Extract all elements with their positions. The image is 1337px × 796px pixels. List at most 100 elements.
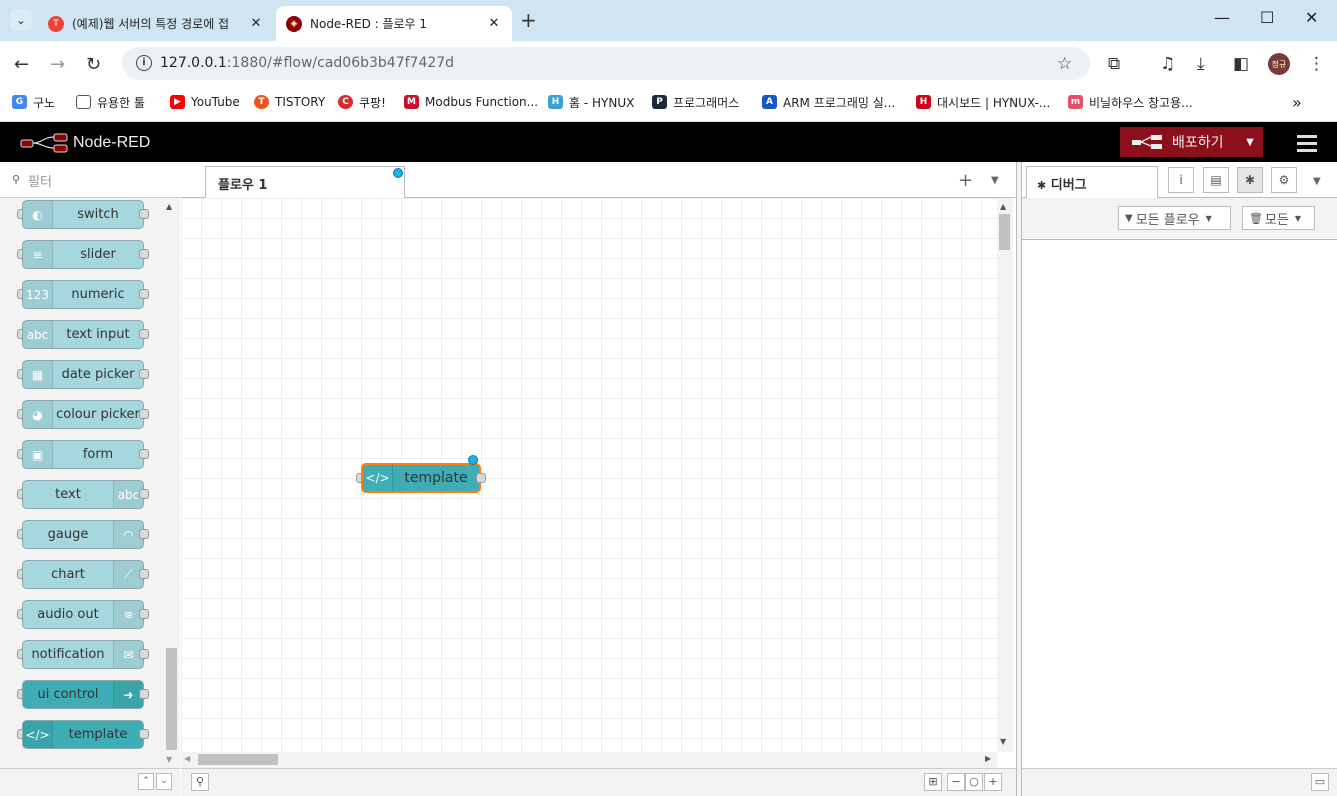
- browser-tab-1[interactable]: T (예제)웹 서버의 특정 경로에 접 ✕: [38, 6, 274, 41]
- url-text[interactable]: 127.0.0.1:1880/#flow/cad06b3b47f7427d: [160, 55, 454, 71]
- close-tab-icon[interactable]: ✕: [486, 16, 502, 31]
- code-icon: </>: [23, 721, 53, 748]
- palette-node-form[interactable]: ▣ form: [22, 440, 144, 469]
- browser-tab-2[interactable]: ◈ Node-RED : 플로우 1 ✕: [276, 6, 512, 41]
- scroll-up-icon[interactable]: ▲: [166, 202, 172, 211]
- slider-icon: ≡: [23, 241, 53, 268]
- bookmark-item[interactable]: P 프로그래머스: [652, 92, 739, 112]
- tistory-icon: T: [254, 95, 269, 109]
- debug-filter-button[interactable]: ▼ 모든 플로우 ▼: [1118, 206, 1231, 230]
- flow-node-template[interactable]: </> template: [361, 463, 481, 493]
- workspace-vertical-scrollbar[interactable]: [997, 198, 1013, 752]
- profile-avatar[interactable]: 정규: [1268, 53, 1290, 75]
- palette-node-label: form: [82, 447, 114, 462]
- debug-bug-icon[interactable]: ✱: [1237, 167, 1263, 193]
- tab-debug[interactable]: ✱ 디버그: [1026, 166, 1158, 199]
- browser-menu-icon[interactable]: ⋮: [1308, 54, 1325, 74]
- google-icon: G: [12, 95, 27, 109]
- search-flows-icon[interactable]: ⚲: [191, 773, 209, 791]
- bookmark-star-icon[interactable]: ☆: [1057, 54, 1072, 74]
- info-icon[interactable]: i: [1168, 167, 1194, 193]
- scroll-down-icon[interactable]: ▼: [166, 755, 172, 764]
- side-panel-icon[interactable]: ◧: [1233, 54, 1249, 74]
- site-info-icon[interactable]: i: [136, 55, 152, 71]
- deploy-icon: [1132, 135, 1162, 149]
- more-bookmarks-icon[interactable]: »: [1292, 92, 1302, 112]
- workspace-hscroll-thumb[interactable]: [198, 754, 278, 765]
- config-gear-icon[interactable]: ⚙: [1271, 167, 1297, 193]
- palette-scroll-thumb[interactable]: [166, 648, 177, 750]
- media-control-icon[interactable]: ♫: [1160, 54, 1175, 74]
- bookmark-folder[interactable]: 유용한 툴: [76, 92, 145, 112]
- scroll-left-icon[interactable]: ◀: [184, 754, 190, 763]
- palette-node-template[interactable]: </> template: [22, 720, 144, 749]
- palette-node-ui-control[interactable]: ui control ➜: [22, 680, 144, 709]
- debug-messages-panel: [1022, 240, 1337, 768]
- help-book-icon[interactable]: ▤: [1203, 167, 1229, 193]
- scroll-right-icon[interactable]: ▶: [985, 754, 991, 763]
- node-output-port[interactable]: [476, 473, 486, 483]
- palette-node-numeric[interactable]: 123 numeric: [22, 280, 144, 309]
- palette-node-colour-picker[interactable]: ◕ colour picker: [22, 400, 144, 429]
- palette-node-output-port: [139, 249, 149, 259]
- bookmark-item[interactable]: H 대시보드 | HYNUX-...: [916, 92, 1050, 112]
- flow-list-caret-icon[interactable]: ▼: [991, 175, 999, 186]
- tistory-favicon-icon: T: [48, 15, 64, 32]
- clear-debug-button[interactable]: 🗑 모든 ▼: [1242, 206, 1315, 230]
- palette-node-label: notification: [31, 647, 105, 662]
- deploy-options-caret-icon[interactable]: ▼: [1237, 137, 1263, 148]
- deploy-button[interactable]: 배포하기 ▼: [1120, 127, 1263, 157]
- forward-icon[interactable]: →: [50, 54, 65, 75]
- palette-node-date-picker[interactable]: ▦ date picker: [22, 360, 144, 389]
- open-debug-window-icon[interactable]: ▭: [1311, 773, 1329, 791]
- palette-node-gauge[interactable]: gauge ◠: [22, 520, 144, 549]
- main-menu-icon[interactable]: [1297, 135, 1317, 156]
- minimize-icon[interactable]: —: [1214, 8, 1230, 27]
- palette-node-slider[interactable]: ≡ slider: [22, 240, 144, 269]
- bookmark-item[interactable]: ▶ YouTube: [170, 92, 240, 112]
- palette-node-text[interactable]: text abc: [22, 480, 144, 509]
- navigator-map-icon[interactable]: ⊞: [924, 773, 942, 791]
- maximize-icon[interactable]: ☐: [1260, 8, 1274, 27]
- palette-node-chart[interactable]: chart ⟋: [22, 560, 144, 589]
- scroll-down-icon[interactable]: ▼: [1000, 737, 1006, 746]
- bookmark-item[interactable]: C 쿠팡!: [338, 92, 386, 112]
- bookmark-item[interactable]: H홈 - HYNUX: [548, 92, 634, 112]
- bookmark-item[interactable]: A ARM 프로그래밍 실...: [762, 92, 895, 112]
- palette-node-label: gauge: [47, 527, 89, 542]
- workspace-vscroll-thumb[interactable]: [999, 214, 1010, 250]
- numeric-icon: 123: [23, 281, 53, 308]
- tab-flow-1[interactable]: 플로우 1: [205, 166, 405, 199]
- bookmark-item[interactable]: T TISTORY: [254, 92, 325, 112]
- extensions-icon[interactable]: ⧉: [1108, 54, 1120, 74]
- scroll-up-icon[interactable]: ▲: [1000, 202, 1006, 211]
- collapse-all-icon[interactable]: ⌃: [138, 773, 154, 790]
- back-icon[interactable]: ←: [14, 54, 29, 75]
- close-tab-icon[interactable]: ✕: [248, 16, 264, 31]
- bookmark-item[interactable]: m 비닐하우스 창고용...: [1068, 92, 1193, 112]
- palette-node-label: slider: [80, 247, 116, 262]
- deploy-main-button[interactable]: 배포하기: [1120, 132, 1237, 152]
- palette-node-text-input[interactable]: abc text input: [22, 320, 144, 349]
- bookmark-item[interactable]: G 구노: [12, 92, 55, 112]
- zoom-out-icon[interactable]: −: [947, 773, 965, 791]
- palette-node-switch[interactable]: ◐ switch: [22, 200, 144, 229]
- palette-node-audio-out[interactable]: audio out ≋: [22, 600, 144, 629]
- bookmark-item[interactable]: M Modbus Function...: [404, 92, 538, 112]
- trash-icon: 🗑: [1249, 211, 1263, 225]
- tab-search-button[interactable]: ⌄: [10, 9, 32, 31]
- close-window-icon[interactable]: ✕: [1305, 8, 1318, 27]
- workspace-horizontal-scrollbar[interactable]: [181, 752, 997, 768]
- workspace-canvas[interactable]: [181, 198, 997, 752]
- palette-filter-input[interactable]: ⚲ 필터: [0, 162, 180, 198]
- browser-tab-title: Node-RED : 플로우 1: [310, 17, 428, 31]
- zoom-reset-icon[interactable]: ○: [965, 773, 983, 791]
- reload-icon[interactable]: ↻: [86, 54, 101, 75]
- sidebar-menu-caret-icon[interactable]: ▼: [1313, 176, 1321, 187]
- add-flow-icon[interactable]: +: [958, 170, 973, 191]
- palette-node-notification[interactable]: notification ✉: [22, 640, 144, 669]
- download-icon[interactable]: ⤓: [1197, 54, 1205, 74]
- new-tab-button[interactable]: +: [520, 8, 537, 32]
- zoom-in-icon[interactable]: +: [984, 773, 1002, 791]
- expand-all-icon[interactable]: ⌄: [156, 773, 172, 790]
